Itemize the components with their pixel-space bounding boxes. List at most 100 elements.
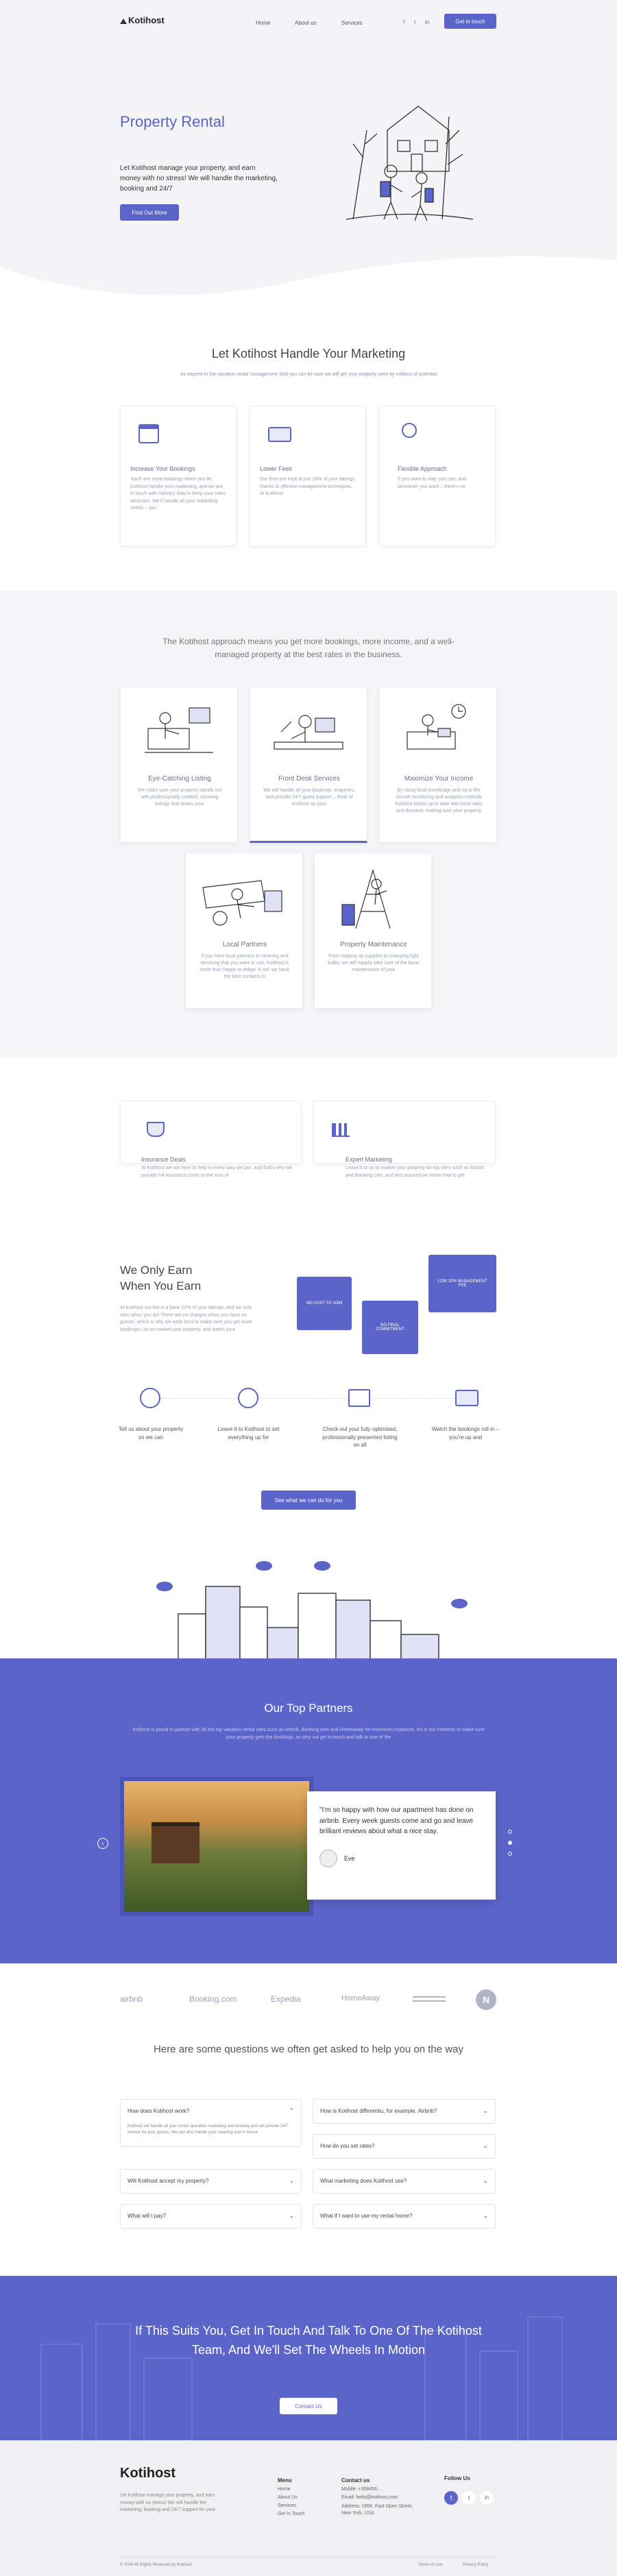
nav-about[interactable]: About us bbox=[295, 20, 317, 26]
facebook-icon[interactable]: f bbox=[444, 2491, 458, 2505]
logo[interactable]: Kotihost bbox=[120, 15, 165, 25]
faq-item-open[interactable]: How does Kotihost work? ⌃ Kotihost will h… bbox=[120, 2099, 302, 2147]
nav-services[interactable]: Services bbox=[341, 20, 363, 26]
faq-item[interactable]: What will I pay? ⌄ bbox=[120, 2204, 302, 2229]
faq-item[interactable]: What if I want to use my rental home? ⌄ bbox=[313, 2204, 496, 2229]
card-title: Property Maintenance bbox=[340, 941, 407, 948]
step-handshake-icon bbox=[238, 1388, 258, 1408]
card-increase-bookings: Increase Your Bookings You'll see more b… bbox=[120, 406, 237, 546]
get-in-touch-button[interactable]: Get in touch bbox=[444, 14, 496, 29]
carousel-dot-active[interactable] bbox=[508, 1841, 512, 1845]
chevron-down-icon: ⌄ bbox=[289, 2177, 294, 2184]
logo-partner bbox=[413, 1996, 446, 2002]
footer-link-home[interactable]: Home bbox=[278, 2487, 305, 2492]
card-text: If you want to stay, you can, and whenev… bbox=[398, 477, 466, 489]
card-flexible-approach: Flexible Approach If you want to stay, y… bbox=[379, 406, 496, 546]
card-local-partners: Local Partners If you have local partner… bbox=[185, 852, 303, 1009]
card-insurance-deals: Insurance Deals At Kotihost we are here … bbox=[120, 1101, 302, 1178]
card-title: Expert Marketing bbox=[346, 1156, 393, 1163]
earn-box-low-fee: LOW 20% MANAGEMENT FEE bbox=[428, 1255, 496, 1312]
local-partners-illustration bbox=[202, 880, 282, 926]
faq-item[interactable]: Will Kotihost accept my property? ⌄ bbox=[120, 2169, 302, 2194]
contact-email[interactable]: Email: hello@kotihost.com bbox=[341, 2495, 424, 2500]
logo-n: N bbox=[476, 1989, 496, 2010]
nav-home[interactable]: Home bbox=[256, 20, 270, 26]
chevron-down-icon: ⌄ bbox=[483, 2177, 488, 2184]
facebook-icon[interactable]: f bbox=[403, 19, 404, 25]
find-out-more-button[interactable]: Find Out More bbox=[120, 204, 179, 221]
carousel-dot[interactable] bbox=[508, 1830, 512, 1834]
faq-question: Will Kotihost accept my property? bbox=[128, 2178, 209, 2184]
chevron-up-icon: ⌃ bbox=[289, 2107, 294, 2114]
step-text: Tell us about your property so we can bbox=[118, 1426, 184, 1440]
faq-title: Here are some questions we often get ask… bbox=[154, 2044, 463, 2055]
card-text: At Kotihost we are here to help in every… bbox=[141, 1166, 292, 1178]
footer-about: Let Kotihost manage your property, and e… bbox=[120, 2493, 216, 2512]
faq-question: How is Kotihost differentiu, for example… bbox=[320, 2108, 437, 2114]
footer-link-services[interactable]: Services bbox=[278, 2503, 305, 2508]
earn-title-line1: We Only Earn bbox=[120, 1264, 193, 1277]
carousel-prev-button[interactable]: ‹ bbox=[97, 1838, 108, 1849]
faq-question: What marketing does Kotihost use? bbox=[320, 2178, 407, 2184]
linkedin-icon[interactable]: in bbox=[425, 19, 429, 25]
carousel-dot[interactable] bbox=[508, 1852, 512, 1856]
card-title: Maximize Your Income bbox=[404, 775, 474, 783]
step-property-icon bbox=[140, 1388, 160, 1408]
terms-link[interactable]: Terms of Use bbox=[418, 2563, 442, 2567]
chevron-down-icon: ⌄ bbox=[483, 2142, 488, 2149]
maintenance-illustration bbox=[341, 868, 391, 929]
card-text: Our fees are kept at just 20% of your ta… bbox=[260, 477, 355, 496]
contact-us-button[interactable]: Contact Us bbox=[280, 2398, 337, 2414]
footer-link-about[interactable]: About Us bbox=[278, 2495, 305, 2500]
footer-contact: Contact us Mobile: +358456... Email: hel… bbox=[341, 2477, 424, 2517]
card-text: Leave it to us to market your property o… bbox=[346, 1166, 484, 1178]
chart-icon bbox=[332, 1123, 350, 1137]
chevron-down-icon: ⌄ bbox=[483, 2107, 488, 2114]
logo-airbnb: airbnb bbox=[120, 1994, 143, 2004]
cabin-photo bbox=[124, 1781, 309, 1912]
twitter-icon[interactable]: t bbox=[462, 2491, 476, 2505]
faq-item[interactable]: What marketing does Kotihost use? ⌄ bbox=[313, 2169, 496, 2194]
step-text: Leave it to Kotihost to set everything u… bbox=[217, 1426, 280, 1440]
linkedin-icon[interactable]: in bbox=[480, 2491, 494, 2505]
card-expert-marketing: Expert Marketing Leave it to us to marke… bbox=[313, 1101, 496, 1178]
partners-title: Our Top Partners bbox=[264, 1702, 353, 1715]
lightbulb-icon bbox=[402, 423, 417, 438]
see-what-we-can-do-button[interactable]: See what we can do for you bbox=[261, 1491, 356, 1510]
card-title: Eye-Catching Listing bbox=[148, 775, 211, 783]
testimonial-author: Eve bbox=[319, 1849, 483, 1867]
hero: Property Rental Let Kotihost manage your… bbox=[0, 41, 617, 308]
card-maximize-income: Maximize Your Income By using local know… bbox=[379, 687, 497, 843]
logo-booking: Booking.com bbox=[189, 1994, 237, 2004]
card-text: You'll see more bookings when you let Ko… bbox=[130, 477, 226, 511]
twitter-icon[interactable]: t bbox=[414, 19, 415, 25]
earn-title: We Only Earn When You Earn bbox=[120, 1263, 201, 1295]
footer-link-contact[interactable]: Get In Touch bbox=[278, 2512, 305, 2516]
privacy-link[interactable]: Privacy Policy bbox=[463, 2563, 488, 2567]
faq-item[interactable]: How is Kotihost differentiu, for example… bbox=[313, 2099, 496, 2124]
earn-title-line2: When You Earn bbox=[120, 1279, 202, 1292]
card-text: By using local knowledge and up to the m… bbox=[395, 788, 483, 814]
cta-title: If This Suits You, Get In Touch And Talk… bbox=[135, 2324, 482, 2357]
footer-logo[interactable]: Kotihost bbox=[120, 2466, 176, 2481]
contact-address: Address: 1956, Fast Open Street, New Yor… bbox=[341, 2504, 413, 2516]
faq-answer: Kotihost will handle all your rental ope… bbox=[128, 2124, 289, 2135]
marketing-title: Let Kotihost Handle Your Marketing bbox=[211, 347, 406, 360]
card-front-desk-services: Front Desk Services We will handle all y… bbox=[250, 687, 367, 843]
author-name: Eve bbox=[344, 1854, 355, 1862]
step-text: Watch the bookings roll in – you're up a… bbox=[432, 1426, 499, 1440]
hero-wave bbox=[0, 256, 617, 308]
card-title: Increase Your Bookings bbox=[130, 465, 195, 472]
step-listing-icon bbox=[348, 1389, 370, 1407]
logo-house-icon bbox=[120, 17, 127, 24]
card-lower-fees: Lower Fees Our fees are kept at just 20%… bbox=[250, 406, 366, 546]
card-text: If you have local partners in cleaning a… bbox=[199, 954, 290, 980]
step-money-icon bbox=[455, 1390, 479, 1406]
faq-question: What will I pay? bbox=[128, 2213, 167, 2219]
card-text: We make sure your property stands out wi… bbox=[137, 788, 222, 807]
testimonial-quote: "I'm so happy with how our apartment has… bbox=[319, 1806, 474, 1835]
card-property-maintenance: Property Maintenance From topping up sup… bbox=[314, 852, 432, 1009]
faq-item[interactable]: How do you set rates? ⌄ bbox=[313, 2134, 496, 2159]
front-desk-illustration bbox=[274, 715, 343, 750]
card-title: Lower Fees bbox=[260, 465, 293, 472]
